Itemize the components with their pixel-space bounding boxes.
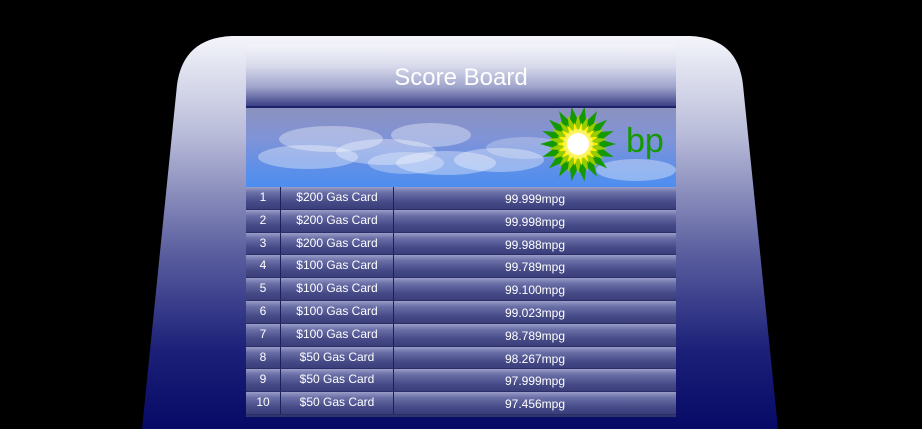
score-cell: 98.789mpg: [504, 328, 566, 343]
rank-cell: 10: [246, 392, 281, 414]
brand-banner: bp: [246, 108, 676, 187]
table-row: 5 $100 Gas Card 99.100mpg: [246, 278, 676, 301]
score-cell: 98.267mpg: [504, 351, 566, 366]
scoreboard-screen: Score Board bp 1 $200 Gas Card 99.999mpg…: [0, 0, 922, 429]
score-cell: 99.999mpg: [504, 192, 566, 206]
rank-cell: 8: [246, 346, 281, 369]
table-row: 7 $100 Gas Card 98.789mpg: [246, 323, 676, 347]
table-row: 9 $50 Gas Card 97.999mpg: [246, 369, 676, 393]
rank-cell: 2: [246, 209, 281, 232]
score-cell: 99.023mpg: [504, 305, 566, 320]
rank-cell: 7: [246, 323, 281, 346]
rank-cell: 4: [246, 255, 281, 278]
rank-cell: 1: [246, 187, 281, 209]
scoreboard-title: Score Board: [394, 64, 528, 91]
prize-cell: $100 Gas Card: [281, 323, 394, 346]
rank-cell: 9: [246, 369, 281, 392]
table-row: 3 $200 Gas Card 99.988mpg: [246, 232, 676, 256]
score-cell: 99.100mpg: [504, 283, 566, 298]
rank-cell: 3: [246, 232, 281, 255]
scoreboard-panel: Score Board bp 1 $200 Gas Card 99.999mpg…: [246, 44, 676, 417]
prize-cell: $200 Gas Card: [281, 232, 394, 255]
prize-cell: $50 Gas Card: [281, 392, 394, 414]
prize-cell: $200 Gas Card: [281, 187, 394, 209]
table-row: 4 $100 Gas Card 99.789mpg: [246, 255, 676, 279]
prize-cell: $200 Gas Card: [281, 209, 394, 232]
title-bar: Score Board: [246, 44, 676, 108]
score-cell: 97.456mpg: [504, 397, 566, 412]
bp-logo-text: bp: [626, 122, 664, 160]
score-cell: 99.998mpg: [504, 214, 566, 229]
prize-cell: $50 Gas Card: [281, 369, 394, 392]
bp-helios-logo-icon: [540, 108, 616, 182]
prize-cell: $50 Gas Card: [281, 346, 394, 369]
prize-cell: $100 Gas Card: [281, 255, 394, 278]
table-row: 6 $100 Gas Card 99.023mpg: [246, 300, 676, 324]
table-row: 10 $50 Gas Card 97.456mpg: [246, 392, 676, 415]
table-row: 8 $50 Gas Card 98.267mpg: [246, 346, 676, 370]
prize-cell: $100 Gas Card: [281, 278, 394, 300]
score-cell: 97.999mpg: [504, 374, 566, 389]
prize-cell: $100 Gas Card: [281, 300, 394, 323]
table-row: 2 $200 Gas Card 99.998mpg: [246, 209, 676, 233]
rank-cell: 6: [246, 300, 281, 323]
score-cell: 99.988mpg: [504, 237, 566, 252]
leaderboard-table: 1 $200 Gas Card 99.999mpg 2 $200 Gas Card 99.…: [246, 187, 676, 415]
score-cell: 99.789mpg: [504, 260, 566, 275]
table-row: 1 $200 Gas Card 99.999mpg: [246, 187, 676, 210]
rank-cell: 5: [246, 278, 281, 300]
